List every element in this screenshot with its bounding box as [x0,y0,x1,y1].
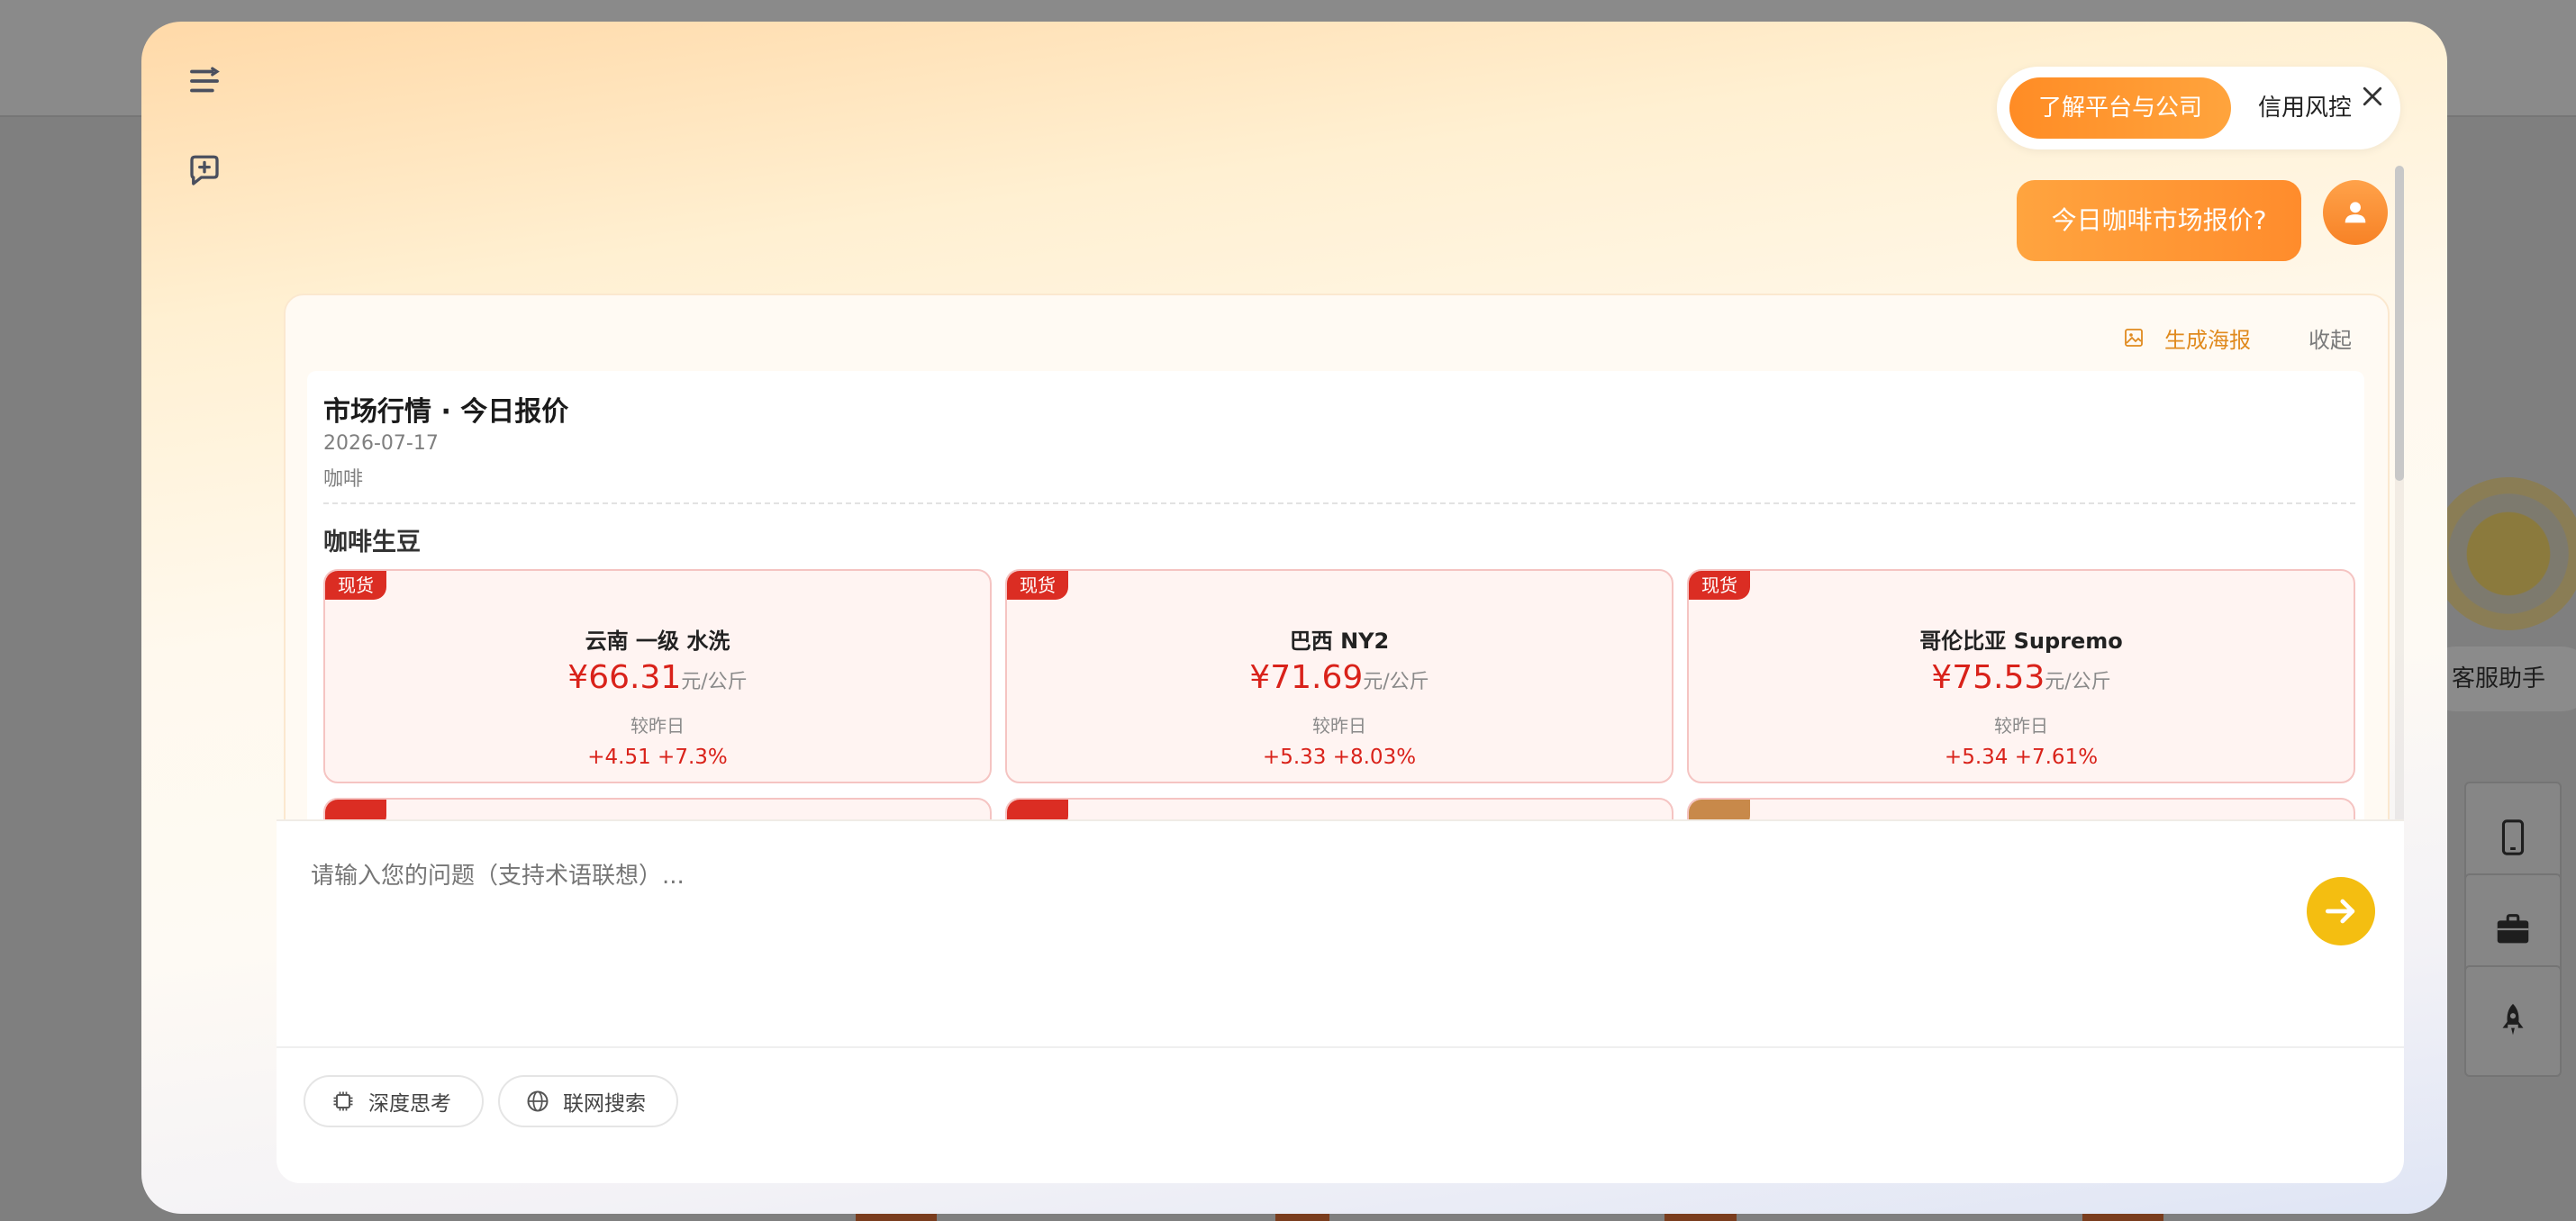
rocket-icon [2502,1003,2524,1036]
scrollbar-thumb[interactable] [2395,166,2404,481]
card-actions: 生成海报 收起 [2123,319,2352,357]
send-button[interactable] [2307,877,2375,945]
price-unit: 元/公斤 [2045,671,2111,693]
section-title: 咖啡生豆 [323,529,421,556]
new-chat-icon [190,155,219,185]
chip-icon [333,1091,353,1111]
price-line: ¥75.53元/公斤 [1689,659,2354,696]
poster-category: 咖啡 [323,468,364,491]
briefcase-icon [2497,914,2529,944]
image-icon [2125,329,2143,347]
compare-label: 较昨日 [1994,715,2048,737]
price-unit: 元/公斤 [1363,671,1429,693]
question-input[interactable] [311,857,2364,911]
quote-poster: 市场行情 · 今日报价 2026-07-17 咖啡 咖啡生豆 现货 云南 一级 … [307,371,2364,823]
divider [277,1046,2404,1048]
spot-tag: 现货 [325,571,386,600]
price-unit: 元/公斤 [681,671,748,693]
chip-platform-company[interactable]: 了解平台与公司 [2009,77,2231,139]
price-card: 现货 云南 一级 水洗 ¥66.31元/公斤 较昨日 +4.51 +7.3% [323,569,992,783]
globe-icon [527,1090,549,1112]
product-name: 巴西 NY2 [1289,629,1390,654]
poster-title: 市场行情 · 今日报价 [323,396,569,428]
deep-think-label: 深度思考 [368,1092,451,1116]
price-line: ¥66.31元/公斤 [325,659,990,696]
compare-label: 较昨日 [1312,715,1366,737]
price-line: ¥71.69元/公斤 [1007,659,1672,696]
user-message-bubble: 今日咖啡市场报价? [2017,180,2301,261]
scrollbar[interactable] [2395,166,2404,823]
price-value: ¥75.53 [1931,659,2045,696]
price-card: 现货 巴西 NY2 ¥71.69元/公斤 较昨日 +5.33 +8.03% [1005,569,1673,783]
rocket-button[interactable] [2464,965,2562,1077]
product-name: 哥伦比亚 Supremo [1919,629,2123,654]
price-value: ¥66.31 [567,659,682,696]
chip-credit-risk[interactable]: 信用风控 [2258,77,2352,139]
deep-think-button[interactable]: 深度思考 [304,1075,484,1127]
web-search-label: 联网搜索 [563,1092,646,1116]
new-chat-button[interactable] [179,146,230,196]
user-icon [2345,202,2366,223]
poster-date: 2026-07-17 [323,432,439,455]
input-panel: 深度思考 联网搜索 [277,819,2404,1183]
close-button[interactable] [2350,74,2395,119]
avatar [2323,180,2388,245]
collapse-button[interactable]: 收起 [2308,322,2352,354]
web-search-button[interactable]: 联网搜索 [498,1075,678,1127]
price-card: 现货 哥伦比亚 Supremo ¥75.53元/公斤 较昨日 +5.34 +7.… [1687,569,2355,783]
menu-icon [190,67,220,93]
menu-button[interactable] [179,56,230,106]
divider [323,502,2355,504]
quick-chips-bar: 了解平台与公司 信用风控 [1997,67,2400,149]
chat-modal: 了解平台与公司 信用风控 今日咖啡市场报价? 生成海报 收起 市场行情 · 今日… [141,22,2447,1214]
price-change: +5.33 +8.03% [1262,746,1417,769]
compare-label: 较昨日 [630,715,685,737]
spot-tag: 现货 [1007,571,1068,600]
assistant-mascot-icon[interactable] [2432,477,2576,630]
price-change: +5.34 +7.61% [1944,746,2099,769]
spot-tag: 现货 [1689,571,1750,600]
generate-poster-button[interactable]: 生成海报 [2123,322,2251,354]
phone-icon [2501,819,2525,855]
close-icon [2363,86,2382,106]
arrow-right-icon [2325,899,2355,924]
price-change: +4.51 +7.3% [587,746,728,769]
price-value: ¥71.69 [1249,659,1364,696]
market-quote-card: 生成海报 收起 市场行情 · 今日报价 2026-07-17 咖啡 咖啡生豆 现… [284,294,2390,825]
generate-poster-label: 生成海报 [2164,327,2251,353]
product-name: 云南 一级 水洗 [585,629,730,654]
